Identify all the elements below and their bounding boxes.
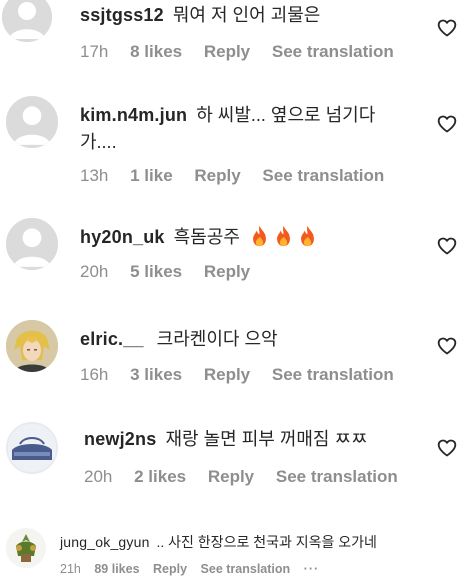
comment-text: kim.n4m.jun 하 씨발... 옆으로 넘기다 가.... [80, 102, 420, 156]
reply-button[interactable]: Reply [194, 166, 240, 185]
more-options-icon[interactable]: ··· [304, 562, 320, 576]
reply-button[interactable]: Reply [204, 262, 250, 281]
comment-text: elric.__ 크라켄이다 으악 [80, 326, 278, 353]
comment-item: kim.n4m.jun 하 씨발... 옆으로 넘기다 가.... 13h 1 … [0, 96, 469, 206]
comment-content: 크라켄이다 으악 [156, 329, 278, 349]
comment-username[interactable]: ssjtgss12 [80, 5, 164, 25]
heart-outline-icon[interactable] [437, 236, 457, 256]
likes-count[interactable]: 5 likes [130, 262, 182, 281]
comment-username[interactable]: kim.n4m.jun [80, 105, 187, 125]
comment-content: .. 사진 한장으로 천국과 지옥을 오가네 [156, 534, 377, 550]
heart-outline-icon[interactable] [437, 438, 457, 458]
comment-item: hy20n_uk 흑돔공주 20h 5 likes Reply [0, 218, 469, 298]
avatar[interactable] [6, 218, 58, 270]
see-translation-button[interactable]: See translation [262, 166, 384, 185]
comment-text: ssjtgss12 뭐여 저 인어 괴물은 [80, 2, 320, 29]
comment-username[interactable]: hy20n_uk [80, 227, 165, 247]
comment-username[interactable]: jung_ok_gyun [60, 534, 150, 550]
comment-time: 21h [60, 562, 81, 576]
avatar[interactable] [6, 96, 58, 148]
see-translation-button[interactable]: See translation [276, 467, 398, 486]
reply-button[interactable]: Reply [204, 42, 250, 61]
likes-count[interactable]: 1 like [130, 166, 173, 185]
comment-meta: 17h 8 likes Reply See translation [80, 42, 411, 62]
comment-item: ssjtgss12 뭐여 저 인어 괴물은 17h 8 likes Reply … [0, 0, 469, 80]
avatar[interactable] [6, 528, 46, 568]
comment-item: jung_ok_gyun .. 사진 한장으로 천국과 지옥을 오가네 21h … [0, 524, 469, 587]
comment-text: newj2ns 재랑 놀면 피부 꺼매짐 ㅉㅉ [84, 426, 368, 453]
fire-emoji-icon [250, 225, 269, 247]
see-translation-button[interactable]: See translation [201, 562, 291, 576]
comment-meta: 20h 2 likes Reply See translation [84, 467, 415, 487]
comment-time: 17h [80, 42, 109, 61]
comment-content: 뭐여 저 인어 괴물은 [172, 5, 321, 25]
comment-time: 16h [80, 365, 109, 384]
comment-username[interactable]: newj2ns [84, 429, 156, 449]
comment-text: jung_ok_gyun .. 사진 한장으로 천국과 지옥을 오가네 [60, 532, 377, 552]
reply-button[interactable]: Reply [153, 562, 187, 576]
comment-meta: 21h 89 likes Reply See translation ··· [60, 562, 329, 576]
comment-content: 재랑 놀면 피부 꺼매짐 ㅉㅉ [165, 429, 368, 449]
see-translation-button[interactable]: See translation [272, 365, 394, 384]
heart-outline-icon[interactable] [437, 336, 457, 356]
comment-time: 13h [80, 166, 109, 185]
likes-count[interactable]: 3 likes [130, 365, 182, 384]
avatar[interactable] [2, 0, 52, 42]
comment-username[interactable]: elric.__ [80, 329, 144, 349]
reply-button[interactable]: Reply [208, 467, 254, 486]
comment-meta: 13h 1 like Reply See translation [80, 166, 401, 186]
fire-emoji-icon [298, 225, 317, 247]
comment-content: 하 씨발... 옆으로 넘기다 [196, 105, 376, 125]
comment-time: 20h [84, 467, 113, 486]
avatar[interactable] [6, 422, 58, 474]
likes-count[interactable]: 8 likes [130, 42, 182, 61]
reply-button[interactable]: Reply [204, 365, 250, 384]
see-translation-button[interactable]: See translation [272, 42, 394, 61]
likes-count[interactable]: 2 likes [134, 467, 186, 486]
comment-meta: 20h 5 likes Reply [80, 262, 267, 282]
heart-outline-icon[interactable] [437, 18, 457, 38]
comment-text: hy20n_uk 흑돔공주 [80, 224, 317, 251]
comment-time: 20h [80, 262, 109, 281]
comment-content: 흑돔공주 [173, 227, 240, 247]
fire-emoji-icon [274, 225, 293, 247]
likes-count[interactable]: 89 likes [94, 562, 139, 576]
comment-content-continued: 가.... [80, 132, 117, 152]
heart-outline-icon[interactable] [437, 114, 457, 134]
comment-meta: 16h 3 likes Reply See translation [80, 365, 411, 385]
comment-item: elric.__ 크라켄이다 으악 16h 3 likes Reply See … [0, 320, 469, 400]
comment-item: newj2ns 재랑 놀면 피부 꺼매짐 ㅉㅉ 20h 2 likes Repl… [0, 422, 469, 502]
avatar[interactable] [6, 320, 58, 372]
